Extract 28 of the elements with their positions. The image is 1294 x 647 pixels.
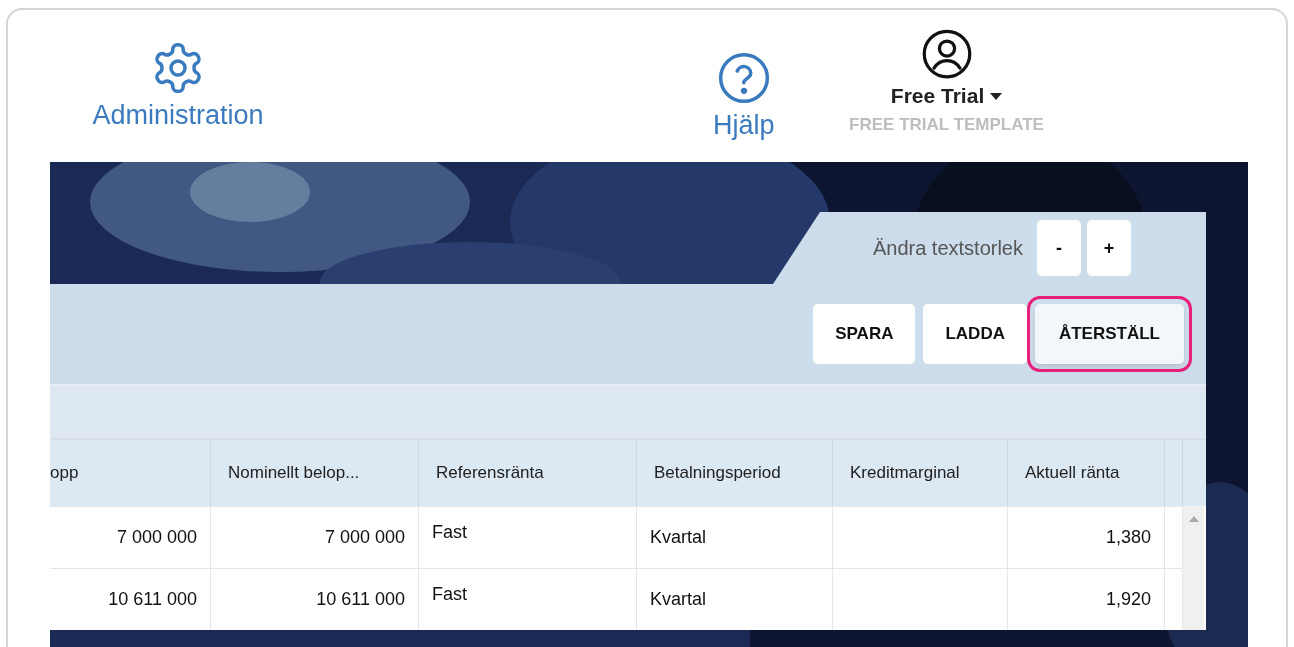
table-cell-text: Kvartal — [650, 526, 707, 549]
table-cell-text: 7 000 000 — [116, 526, 197, 549]
column-header[interactable]: Betalningsperiod — [637, 440, 833, 506]
increase-button[interactable]: + — [1087, 220, 1131, 276]
column-header[interactable]: Referensränta — [419, 440, 637, 506]
help-link[interactable]: Hjälp — [713, 108, 775, 142]
table-cell-text: 1,920 — [1105, 588, 1151, 611]
table-cell-text: Fast — [432, 583, 467, 606]
action-button[interactable]: SPARA — [813, 304, 916, 364]
caret-icon — [990, 92, 1003, 100]
text-size-label: Ändra textstorlek — [872, 236, 1023, 261]
table-cell-text: Kvartal — [650, 588, 707, 611]
table-cell-text: 7 000 000 — [324, 526, 405, 549]
table-cell-text: 1,380 — [1105, 526, 1151, 549]
admin-link[interactable]: Administration — [92, 98, 264, 132]
table-cell-text: 10 611 000 — [316, 588, 405, 611]
column-header[interactable]: opp — [50, 440, 211, 506]
action-button[interactable]: LADDA — [923, 304, 1027, 364]
column-header[interactable]: Nominellt belop... — [211, 440, 419, 506]
table-cell-text: 10 611 000 — [108, 588, 197, 611]
account-template: FREE TRIAL TEMPLATE — [849, 114, 1044, 136]
column-header[interactable]: Kreditmarginal — [833, 440, 1008, 506]
decrease-button[interactable]: - — [1037, 220, 1081, 276]
table-cell-text: Fast — [432, 521, 467, 544]
column-header[interactable]: Aktuell ränta — [1008, 440, 1165, 506]
user-icon[interactable] — [920, 28, 973, 80]
scrollbar[interactable] — [1183, 506, 1204, 630]
account-menu[interactable]: Free Trial — [890, 82, 1003, 110]
